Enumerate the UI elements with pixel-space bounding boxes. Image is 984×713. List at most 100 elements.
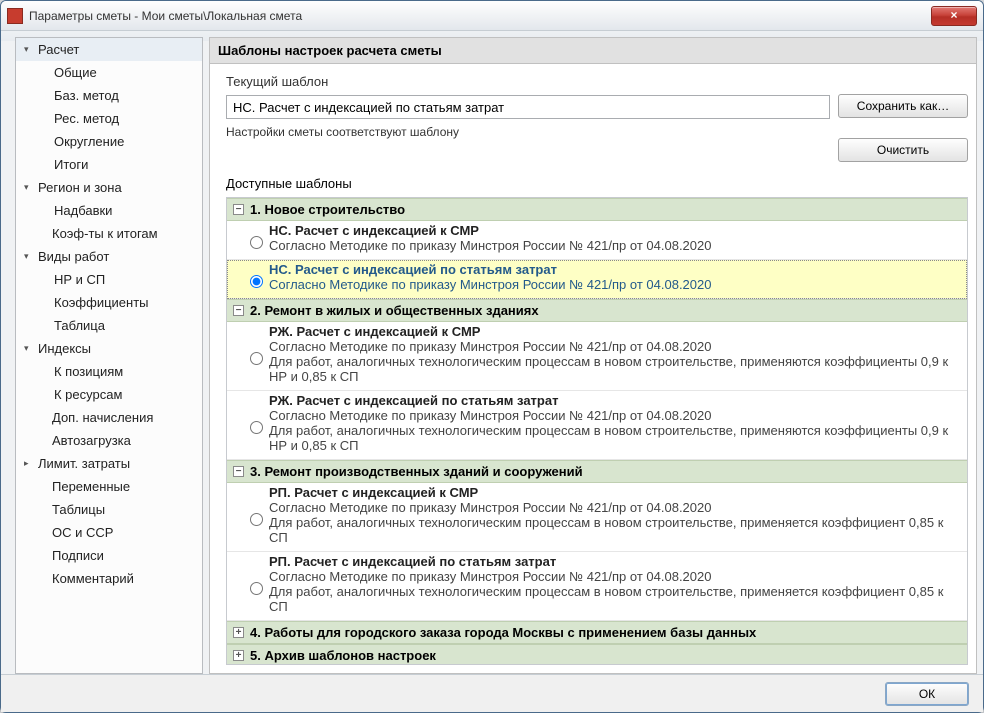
template-option-desc: Согласно Методике по приказу Минстроя Ро… bbox=[269, 569, 963, 614]
expand-icon: + bbox=[233, 650, 244, 661]
close-button[interactable]: × bbox=[931, 6, 977, 26]
template-option-title: РЖ. Расчет с индексацией по статьям затр… bbox=[269, 393, 963, 408]
template-option[interactable]: РП. Расчет с индексацией к СМРСогласно М… bbox=[227, 483, 967, 552]
template-option[interactable]: РЖ. Расчет с индексацией по статьям затр… bbox=[227, 391, 967, 460]
nav-item-23[interactable]: Комментарий bbox=[16, 567, 202, 590]
nav-item-10[interactable]: НР и СП bbox=[16, 268, 202, 291]
nav-item-label: Округление bbox=[54, 134, 124, 149]
template-option-desc: Согласно Методике по приказу Минстроя Ро… bbox=[269, 238, 963, 253]
nav-item-label: Виды работ bbox=[38, 249, 109, 264]
group-title: 1. Новое строительство bbox=[250, 202, 405, 217]
template-option-title: РЖ. Расчет с индексацией к СМР bbox=[269, 324, 963, 339]
save-as-button[interactable]: Сохранить как… bbox=[838, 94, 968, 118]
nav-item-20[interactable]: Таблицы bbox=[16, 498, 202, 521]
window-title: Параметры сметы - Мои сметы\Локальная см… bbox=[29, 9, 302, 23]
nav-item-16[interactable]: Доп. начисления bbox=[16, 406, 202, 429]
nav-item-1[interactable]: Общие bbox=[16, 61, 202, 84]
nav-item-label: Коэф-ты к итогам bbox=[52, 226, 158, 241]
group-header-1[interactable]: −1. Новое строительство bbox=[227, 198, 967, 221]
nav-item-6[interactable]: ▾Регион и зона bbox=[16, 176, 202, 199]
group-header-4[interactable]: +4. Работы для городского заказа города … bbox=[227, 621, 967, 644]
group-header-3[interactable]: −3. Ремонт производственных зданий и соо… bbox=[227, 460, 967, 483]
collapse-icon: − bbox=[233, 204, 244, 215]
template-option[interactable]: НС. Расчет с индексацией к СМРСогласно М… bbox=[227, 221, 967, 260]
panel-body: Текущий шаблон Настройки сметы соответст… bbox=[209, 63, 977, 674]
nav-item-label: К позициям bbox=[54, 364, 123, 379]
nav-item-label: Подписи bbox=[52, 548, 104, 563]
nav-item-label: Доп. начисления bbox=[52, 410, 153, 425]
group-header-2[interactable]: −2. Ремонт в жилых и общественных здания… bbox=[227, 299, 967, 322]
nav-item-14[interactable]: К позициям bbox=[16, 360, 202, 383]
clear-button[interactable]: Очистить bbox=[838, 138, 968, 162]
template-status-text: Настройки сметы соответствуют шаблону bbox=[226, 125, 830, 139]
close-icon: × bbox=[950, 8, 957, 22]
collapse-icon: − bbox=[233, 466, 244, 477]
template-radio[interactable] bbox=[250, 421, 263, 434]
nav-item-4[interactable]: Округление bbox=[16, 130, 202, 153]
current-template-input[interactable] bbox=[226, 95, 830, 119]
nav-item-15[interactable]: К ресурсам bbox=[16, 383, 202, 406]
nav-item-22[interactable]: Подписи bbox=[16, 544, 202, 567]
template-radio[interactable] bbox=[250, 513, 263, 526]
nav-item-label: К ресурсам bbox=[54, 387, 122, 402]
nav-item-8[interactable]: Коэф-ты к итогам bbox=[16, 222, 202, 245]
group-title: 3. Ремонт производственных зданий и соор… bbox=[250, 464, 583, 479]
nav-item-label: ОС и ССР bbox=[52, 525, 113, 540]
nav-item-label: Таблицы bbox=[52, 502, 105, 517]
nav-item-12[interactable]: Таблица bbox=[16, 314, 202, 337]
nav-item-label: Регион и зона bbox=[38, 180, 122, 195]
nav-item-2[interactable]: Баз. метод bbox=[16, 84, 202, 107]
template-radio[interactable] bbox=[250, 352, 263, 365]
nav-item-label: Общие bbox=[54, 65, 97, 80]
nav-item-9[interactable]: ▾ Виды работ bbox=[16, 245, 202, 268]
nav-item-label: Коэффициенты bbox=[54, 295, 149, 310]
nav-item-label: Таблица bbox=[54, 318, 105, 333]
template-option[interactable]: РП. Расчет с индексацией по статьям затр… bbox=[227, 552, 967, 621]
right-panel: Шаблоны настроек расчета сметы Текущий ш… bbox=[209, 37, 977, 674]
template-option-desc: Согласно Методике по приказу Минстроя Ро… bbox=[269, 277, 963, 292]
current-template-row: Текущий шаблон Настройки сметы соответст… bbox=[226, 74, 968, 162]
group-title: 2. Ремонт в жилых и общественных зданиях bbox=[250, 303, 539, 318]
sidebar-tree[interactable]: ▾Расчет Общие Баз. метод Рес. метод Округлен… bbox=[15, 37, 203, 674]
template-list[interactable]: −1. Новое строительствоНС. Расчет с инде… bbox=[226, 197, 968, 665]
template-option[interactable]: РЖ. Расчет с индексацией к СМРСогласно М… bbox=[227, 322, 967, 391]
nav-item-7[interactable]: Надбавки bbox=[16, 199, 202, 222]
collapse-icon: − bbox=[233, 305, 244, 316]
nav-item-label: НР и СП bbox=[54, 272, 105, 287]
nav-item-label: Переменные bbox=[52, 479, 130, 494]
nav-item-19[interactable]: Переменные bbox=[16, 475, 202, 498]
template-option[interactable]: НС. Расчет с индексацией по статьям затр… bbox=[227, 260, 967, 299]
group-title: 5. Архив шаблонов настроек bbox=[250, 648, 436, 663]
dialog-window: Параметры сметы - Мои сметы\Локальная см… bbox=[0, 0, 984, 713]
nav-item-3[interactable]: Рес. метод bbox=[16, 107, 202, 130]
nav-item-label: Автозагрузка bbox=[52, 433, 131, 448]
nav-item-5[interactable]: Итоги bbox=[16, 153, 202, 176]
panel-header: Шаблоны настроек расчета сметы bbox=[209, 37, 977, 63]
nav-caret-icon: ▾ bbox=[24, 251, 34, 262]
ok-button[interactable]: ОК bbox=[885, 682, 969, 706]
footer-bar: ОК bbox=[1, 674, 983, 712]
nav-item-11[interactable]: Коэффициенты bbox=[16, 291, 202, 314]
group-header-5[interactable]: +5. Архив шаблонов настроек bbox=[227, 644, 967, 665]
nav-item-label: Баз. метод bbox=[54, 88, 119, 103]
nav-caret-icon: ▾ bbox=[24, 343, 34, 354]
expand-icon: + bbox=[233, 627, 244, 638]
nav-item-21[interactable]: ОС и ССР bbox=[16, 521, 202, 544]
nav-item-label: Надбавки bbox=[54, 203, 112, 218]
nav-item-17[interactable]: Автозагрузка bbox=[16, 429, 202, 452]
template-option-desc: Согласно Методике по приказу Минстроя Ро… bbox=[269, 408, 963, 453]
available-templates-label: Доступные шаблоны bbox=[226, 176, 968, 191]
nav-item-label: Лимит. затраты bbox=[38, 456, 130, 471]
template-option-desc: Согласно Методике по приказу Минстроя Ро… bbox=[269, 500, 963, 545]
titlebar: Параметры сметы - Мои сметы\Локальная см… bbox=[1, 1, 983, 31]
template-option-title: РП. Расчет с индексацией по статьям затр… bbox=[269, 554, 963, 569]
template-radio[interactable] bbox=[250, 275, 263, 288]
template-radio[interactable] bbox=[250, 236, 263, 249]
nav-caret-icon: ▾ bbox=[24, 44, 34, 55]
nav-item-18[interactable]: ▸Лимит. затраты bbox=[16, 452, 202, 475]
nav-item-0[interactable]: ▾Расчет bbox=[16, 38, 202, 61]
template-radio[interactable] bbox=[250, 582, 263, 595]
content-area: ▾Расчет Общие Баз. метод Рес. метод Округлен… bbox=[1, 31, 983, 674]
nav-item-label: Итоги bbox=[54, 157, 88, 172]
nav-item-13[interactable]: ▾Индексы bbox=[16, 337, 202, 360]
